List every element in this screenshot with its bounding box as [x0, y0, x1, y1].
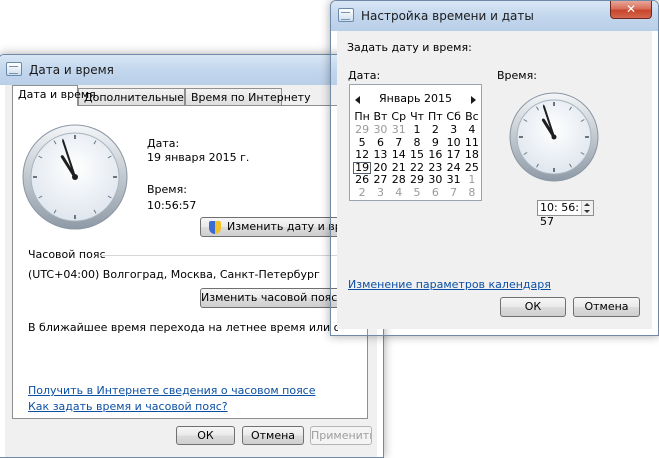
time-value: 10:56:57	[147, 199, 197, 212]
time-spinner-input[interactable]: 10: 56: 57	[537, 200, 594, 228]
change-datetime-button[interactable]: Изменить дату и время...	[200, 217, 340, 237]
main-titlebar[interactable]: Дата и время	[0, 55, 383, 85]
date-label: Дата:	[147, 137, 180, 150]
uac-shield-icon	[209, 221, 221, 234]
timezone-value: (UTC+04:00) Волгоград, Москва, Санкт-Пет…	[28, 268, 320, 281]
apply-button[interactable]: Применить	[310, 426, 372, 445]
timezone-info-link[interactable]: Получить в Интернете сведения о часовом …	[28, 384, 316, 397]
section-divider	[100, 255, 355, 256]
dialog-title: Настройка времени и даты	[361, 9, 534, 23]
calendar-settings-link[interactable]: Изменение параметров календаря	[348, 278, 551, 291]
how-to-set-time-link[interactable]: Как задать время и часовой пояс?	[28, 400, 228, 413]
date-value: 19 января 2015 г.	[147, 151, 250, 164]
tab-date-time[interactable]: Дата и время	[12, 85, 96, 106]
tab-internet-time[interactable]: Время по Интернету	[185, 88, 311, 105]
spinner-arrows-icon[interactable]	[581, 201, 593, 215]
dialog-ok-button[interactable]: ОК	[500, 297, 566, 317]
main-ok-button[interactable]: ОК	[176, 426, 235, 445]
change-timezone-button[interactable]: Изменить часовой пояс...	[200, 288, 340, 308]
timezone-section-label: Часовой пояс	[28, 248, 106, 261]
main-window-title: Дата и время	[29, 63, 114, 77]
dialog-titlebar[interactable]: Настройка времени и даты ✕	[331, 1, 658, 31]
main-cancel-button[interactable]: Отмена	[242, 426, 304, 445]
time-label: Время:	[147, 183, 187, 196]
calendar-app-icon	[338, 8, 354, 22]
dst-note: В ближайшее время перехода на летнее вре…	[28, 321, 338, 334]
calendar-app-icon	[6, 62, 22, 76]
dialog-cancel-button[interactable]: Отмена	[573, 297, 640, 317]
close-icon[interactable]: ✕	[610, 1, 652, 19]
analog-clock-icon	[22, 124, 128, 230]
